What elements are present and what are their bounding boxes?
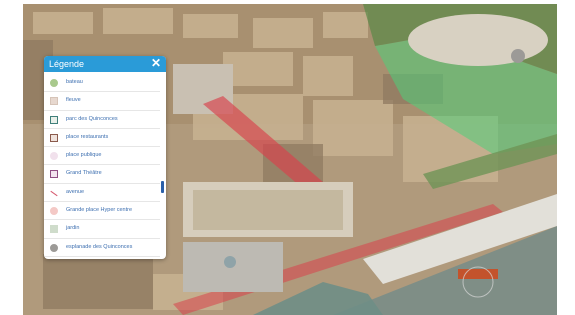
- circle-symbol-icon: [50, 243, 58, 252]
- legend-item[interactable]: Grande place Hyper centre: [44, 202, 160, 221]
- legend-item-label: place publique: [66, 152, 102, 159]
- circle-symbol-icon: [50, 79, 58, 87]
- square-symbol-icon: [50, 225, 58, 234]
- square-symbol-icon: [50, 133, 58, 142]
- square-symbol-icon: [50, 115, 58, 124]
- legend-item[interactable]: fleuve: [44, 92, 160, 111]
- legend-item[interactable]: bateau: [44, 74, 160, 93]
- legend-item[interactable]: place publique: [44, 147, 160, 166]
- line-symbol-icon: [50, 190, 58, 196]
- legend-item-label: esplanade des Quinconces: [66, 243, 133, 250]
- legend-scrollbar-thumb[interactable]: [161, 181, 164, 193]
- legend-item-label: Grande place Hyper centre: [66, 207, 133, 214]
- legend-item-label: fleuve: [66, 97, 81, 104]
- legend-item-label: Grand Théâtre: [66, 170, 102, 177]
- square-symbol-icon: [50, 97, 58, 106]
- legend-item[interactable]: Grand Théâtre: [44, 165, 160, 184]
- legend-panel: Légende ✕ bateau fleuve parc des Quinconce…: [44, 56, 166, 259]
- map-app: Légende ✕ bateau fleuve parc des Quinconce…: [0, 0, 575, 315]
- legend-item[interactable]: jardin: [44, 220, 160, 239]
- legend-item-label: bateau: [66, 79, 83, 85]
- legend-item-label: jardin: [66, 225, 80, 232]
- circle-symbol-icon: [50, 152, 58, 161]
- square-symbol-icon: [50, 170, 58, 179]
- legend-list: bateau fleuve parc des Quinconces place res…: [44, 74, 160, 257]
- legend-item-label: avenue: [66, 188, 85, 195]
- legend-item[interactable]: parc des Quinconces: [44, 111, 160, 129]
- close-icon[interactable]: ✕: [151, 56, 161, 71]
- legend-item[interactable]: place restaurants: [44, 129, 160, 148]
- legend-header: Légende ✕: [44, 56, 166, 72]
- legend-item-label: place restaurants: [66, 133, 109, 140]
- circle-symbol-icon: [50, 207, 58, 216]
- legend-item[interactable]: esplanade des Quinconces: [44, 239, 160, 257]
- legend-item[interactable]: avenue: [44, 184, 160, 203]
- legend-item-label: parc des Quinconces: [66, 115, 118, 122]
- legend-title: Légende: [49, 59, 85, 69]
